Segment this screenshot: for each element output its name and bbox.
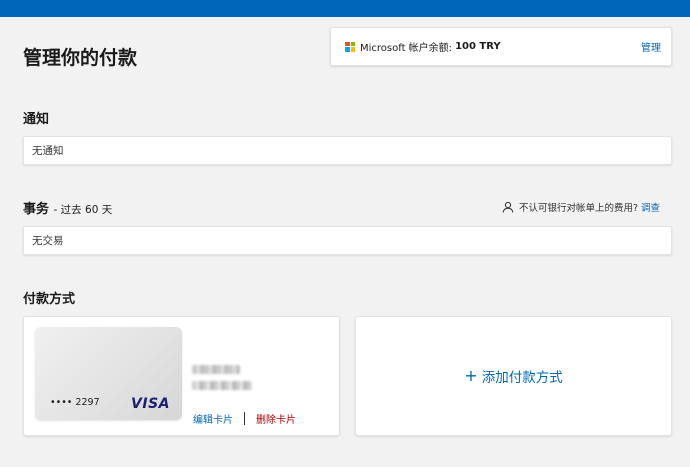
redacted-cardholder-name xyxy=(192,365,240,374)
plus-icon: + xyxy=(464,366,478,385)
add-payment-method-label[interactable]: + 添加付款方式 xyxy=(464,366,563,387)
notifications-box: 无通知 xyxy=(23,136,672,165)
balance-amount: 100 TRY xyxy=(455,41,501,52)
transactions-title: 事务 xyxy=(23,202,50,217)
top-header-bar xyxy=(0,0,690,17)
page-title: 管理你的付款 xyxy=(23,47,138,69)
manage-balance-link[interactable]: 管理 xyxy=(641,39,661,54)
account-balance-card: Microsoft 帐户余额: 100 TRY 管理 xyxy=(330,27,672,66)
microsoft-logo-icon xyxy=(345,41,355,52)
dispute-text: 不认可银行对帐单上的费用? xyxy=(518,203,638,214)
redacted-card-details xyxy=(192,381,252,390)
transactions-heading: 事务 - 过去 60 天 xyxy=(23,198,112,217)
notifications-heading: 通知 xyxy=(23,112,50,127)
transactions-period: - 过去 60 天 xyxy=(53,204,113,216)
visa-logo: VISA xyxy=(131,396,170,412)
dispute-charge-prompt: 不认可银行对帐单上的费用? 调查 xyxy=(502,200,660,214)
add-payment-method-button[interactable]: + 添加付款方式 xyxy=(355,316,672,436)
balance-label: Microsoft 帐户余额: xyxy=(360,43,453,54)
person-icon xyxy=(502,201,514,213)
card-actions: 编辑卡片 删除卡片 xyxy=(193,411,296,426)
card-masked-number: •••• 2297 xyxy=(50,397,100,408)
transactions-empty-text: 无交易 xyxy=(32,235,64,247)
add-payment-method-text: 添加付款方式 xyxy=(481,370,563,386)
credit-card-image: •••• 2297 VISA xyxy=(35,327,182,420)
payment-methods-heading: 付款方式 xyxy=(23,292,76,307)
investigate-link[interactable]: 调查 xyxy=(641,200,660,214)
delete-card-link[interactable]: 删除卡片 xyxy=(256,411,296,426)
payment-card-tile: •••• 2297 VISA 编辑卡片 删除卡片 xyxy=(23,316,340,436)
action-divider xyxy=(244,412,245,425)
edit-card-link[interactable]: 编辑卡片 xyxy=(193,411,233,426)
notifications-empty-text: 无通知 xyxy=(32,145,64,157)
transactions-box: 无交易 xyxy=(23,226,672,255)
